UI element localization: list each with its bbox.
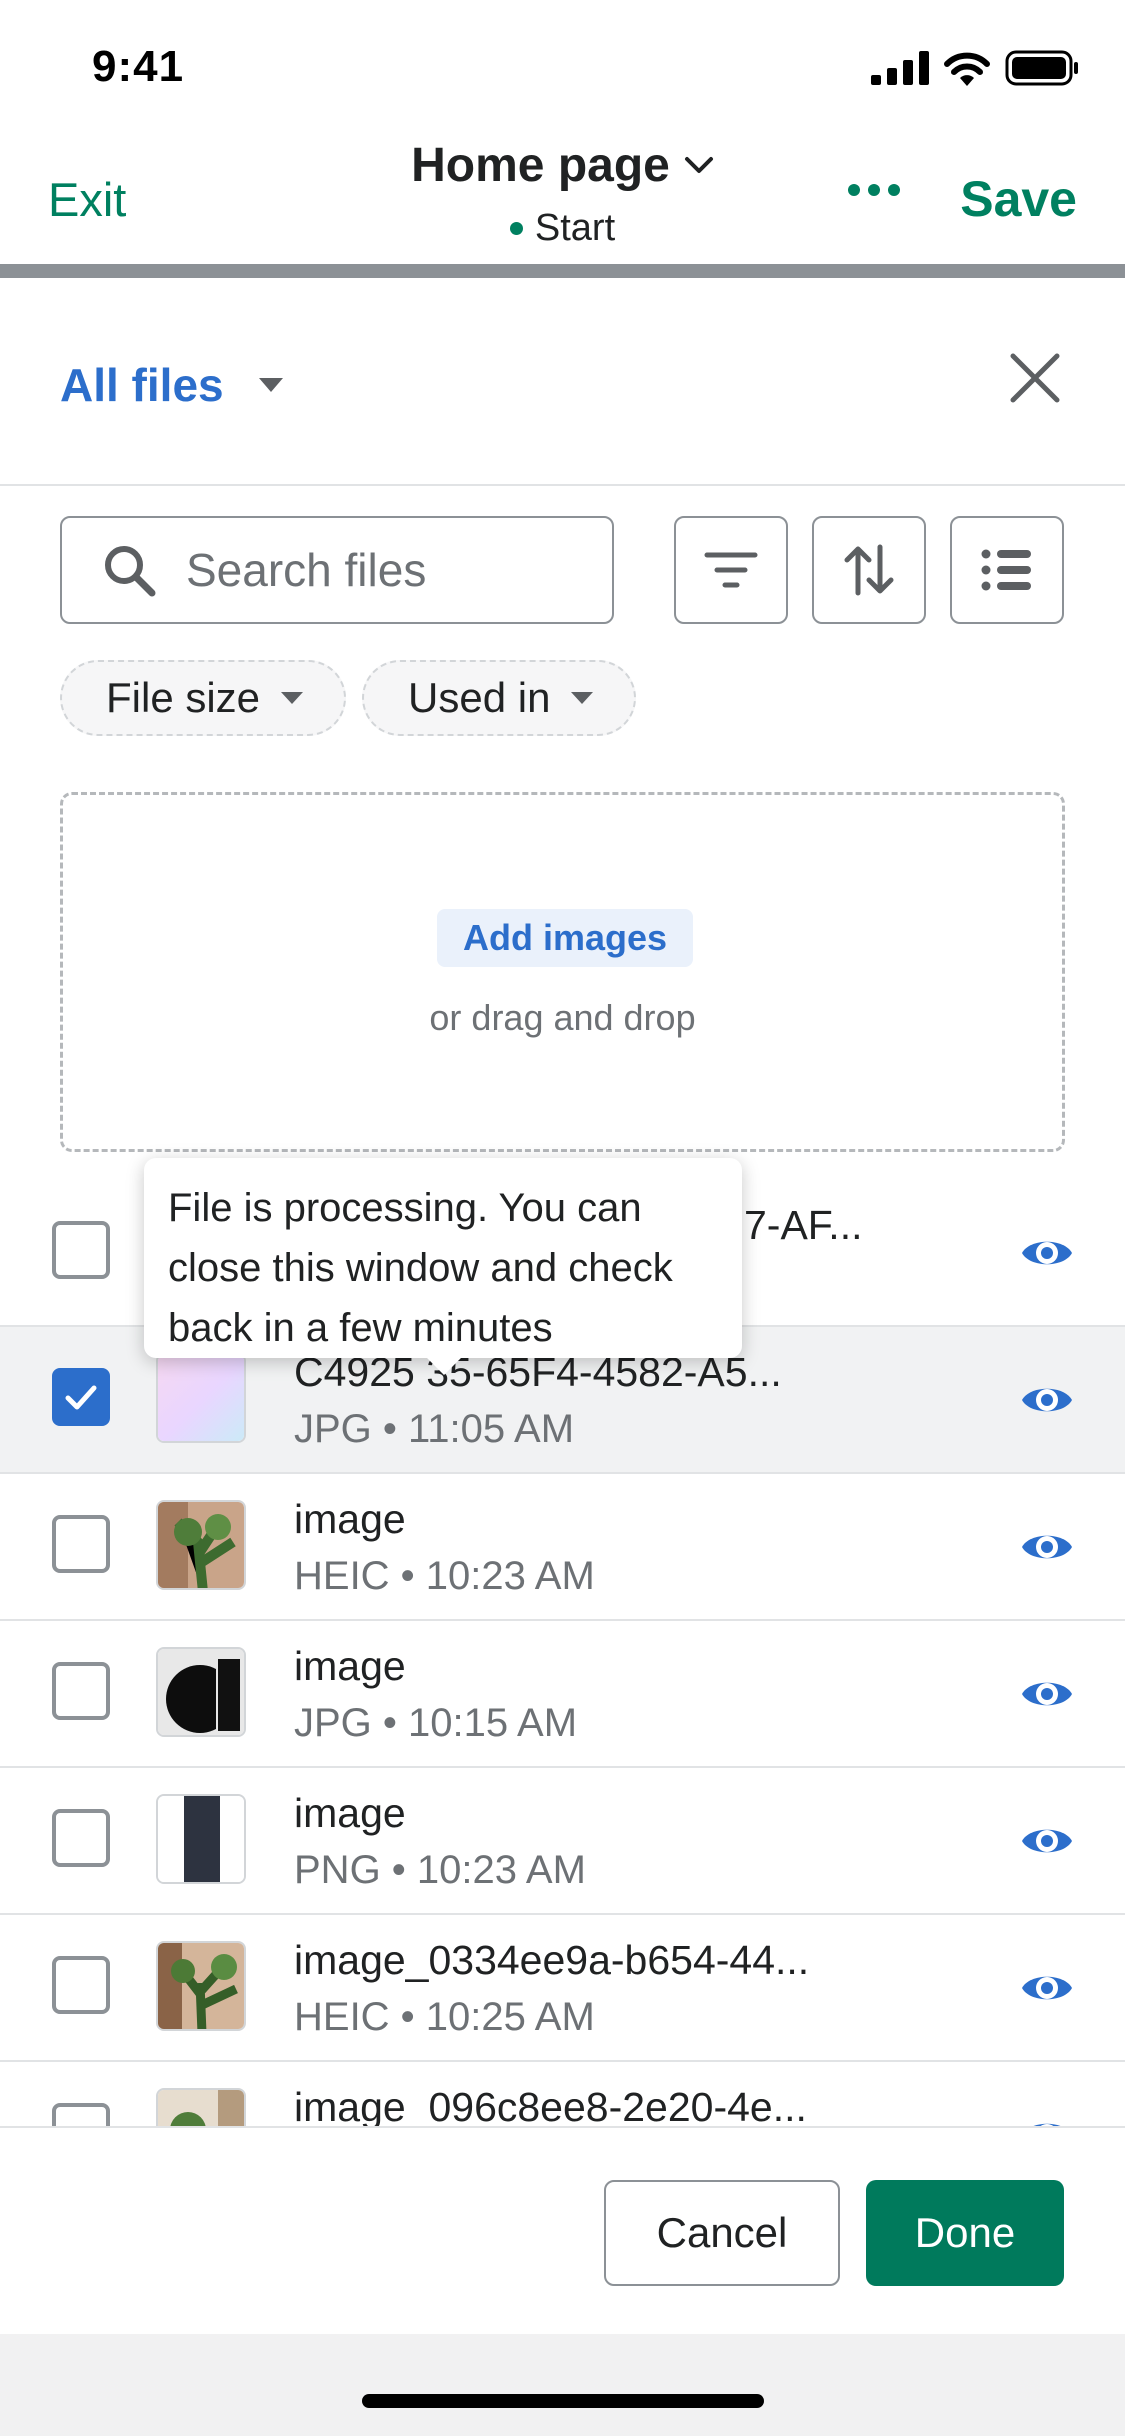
- filter-icon: [704, 552, 758, 588]
- checkmark-icon: [65, 1385, 97, 1410]
- file-thumbnail: [156, 1647, 246, 1737]
- close-icon[interactable]: [1005, 348, 1065, 408]
- file-checkbox[interactable]: [52, 1368, 110, 1426]
- add-images-button[interactable]: Add images: [437, 909, 693, 967]
- cancel-button[interactable]: Cancel: [604, 2180, 840, 2286]
- file-name: image: [294, 1790, 406, 1836]
- file-name: image: [294, 1496, 406, 1542]
- eye-icon[interactable]: [1020, 1671, 1074, 1717]
- editor-header: Exit Home page Start Save: [0, 132, 1125, 264]
- file-thumbnail: [156, 1500, 246, 1590]
- caret-down-icon: [258, 378, 283, 392]
- file-meta: JPG • 10:15 AM: [294, 1701, 578, 1745]
- page-status-label: Start: [534, 207, 616, 249]
- page-selector[interactable]: Home page Start: [0, 138, 1125, 250]
- caret-down-icon: [571, 692, 594, 704]
- wifi-icon: [944, 52, 990, 86]
- file-row[interactable]: image PNG • 10:23 AM: [0, 1768, 1125, 1915]
- file-thumbnail: [156, 1941, 246, 2031]
- file-thumbnail: [156, 2088, 246, 2126]
- upload-dropzone[interactable]: Add images or drag and drop: [60, 792, 1065, 1152]
- battery-icon: [1005, 50, 1078, 86]
- file-checkbox[interactable]: [52, 1956, 110, 2014]
- signal-icon: [871, 51, 929, 85]
- file-name: image: [294, 1643, 406, 1689]
- file-name: 7-AF...: [744, 1202, 863, 1248]
- status-dot: [509, 222, 523, 235]
- chip-label: File size: [106, 674, 261, 721]
- file-meta: JPG • 11:05 AM: [294, 1407, 575, 1451]
- eye-icon[interactable]: [1020, 1230, 1074, 1276]
- file-checkbox[interactable]: [52, 1515, 110, 1573]
- file-meta: HEIC • 10:25 AM: [294, 1995, 595, 2039]
- file-checkbox[interactable]: [52, 2103, 110, 2126]
- filter-button[interactable]: [674, 516, 788, 624]
- drag-drop-hint: or drag and drop: [429, 997, 696, 1038]
- file-row[interactable]: image_0334ee9a-b654-44... HEIC • 10:25 A…: [0, 1915, 1125, 2062]
- list-view-icon: [981, 549, 1031, 591]
- file-meta: PNG • 10:23 AM: [294, 1848, 586, 1892]
- file-name: image_0334ee9a-b654-44...: [294, 1937, 810, 1983]
- status-bar: 9:41: [0, 0, 1125, 132]
- file-checkbox[interactable]: [52, 1221, 110, 1279]
- status-time: 9:41: [92, 42, 185, 91]
- file-checkbox[interactable]: [52, 1809, 110, 1867]
- filter-chips: File size Used in: [60, 660, 637, 736]
- eye-icon[interactable]: [1020, 1965, 1074, 2011]
- caret-down-icon: [281, 692, 304, 704]
- file-picker-header: All files: [0, 278, 1125, 486]
- file-picker-footer: Cancel Done: [0, 2126, 1125, 2334]
- page-title-label: Home page: [411, 139, 670, 192]
- file-scope-label: All files: [60, 359, 224, 411]
- file-size-filter[interactable]: File size: [60, 660, 347, 736]
- file-thumbnail: [156, 1794, 246, 1884]
- used-in-filter[interactable]: Used in: [362, 660, 637, 736]
- file-row[interactable]: image HEIC • 10:23 AM: [0, 1474, 1125, 1621]
- home-indicator[interactable]: [362, 2394, 764, 2408]
- sort-icon: [844, 544, 894, 596]
- eye-icon[interactable]: [1020, 1524, 1074, 1570]
- save-button[interactable]: Save: [960, 170, 1077, 228]
- status-icons: [871, 50, 1079, 86]
- more-icon[interactable]: [848, 184, 900, 196]
- page-title[interactable]: Home page: [411, 138, 714, 193]
- eye-icon[interactable]: [1020, 1818, 1074, 1864]
- eye-icon[interactable]: [1020, 2112, 1074, 2126]
- view-toggle-button[interactable]: [950, 516, 1064, 624]
- eye-icon[interactable]: [1020, 1377, 1074, 1423]
- file-row[interactable]: image JPG • 10:15 AM: [0, 1621, 1125, 1768]
- search-field[interactable]: [60, 516, 614, 624]
- file-row[interactable]: image_096c8ee8-2e20-4e...: [0, 2062, 1125, 2126]
- header-divider: [0, 264, 1125, 278]
- search-icon: [105, 546, 156, 597]
- done-button[interactable]: Done: [866, 2180, 1064, 2286]
- sort-button[interactable]: [812, 516, 926, 624]
- tooltip-text: File is processing. You can close this w…: [168, 1186, 673, 1350]
- processing-tooltip: File is processing. You can close this w…: [144, 1158, 742, 1375]
- file-scope-selector[interactable]: All files: [60, 358, 284, 412]
- file-name: image_096c8ee8-2e20-4e...: [294, 2084, 807, 2126]
- file-thumbnail: [156, 1353, 246, 1443]
- file-meta: HEIC • 10:23 AM: [294, 1554, 595, 1598]
- chip-label: Used in: [408, 674, 551, 721]
- file-checkbox[interactable]: [52, 1662, 110, 1720]
- home-indicator-area: [0, 2334, 1125, 2436]
- chevron-down-icon: [684, 156, 713, 173]
- search-input[interactable]: [186, 543, 566, 597]
- page-status: Start: [509, 207, 616, 250]
